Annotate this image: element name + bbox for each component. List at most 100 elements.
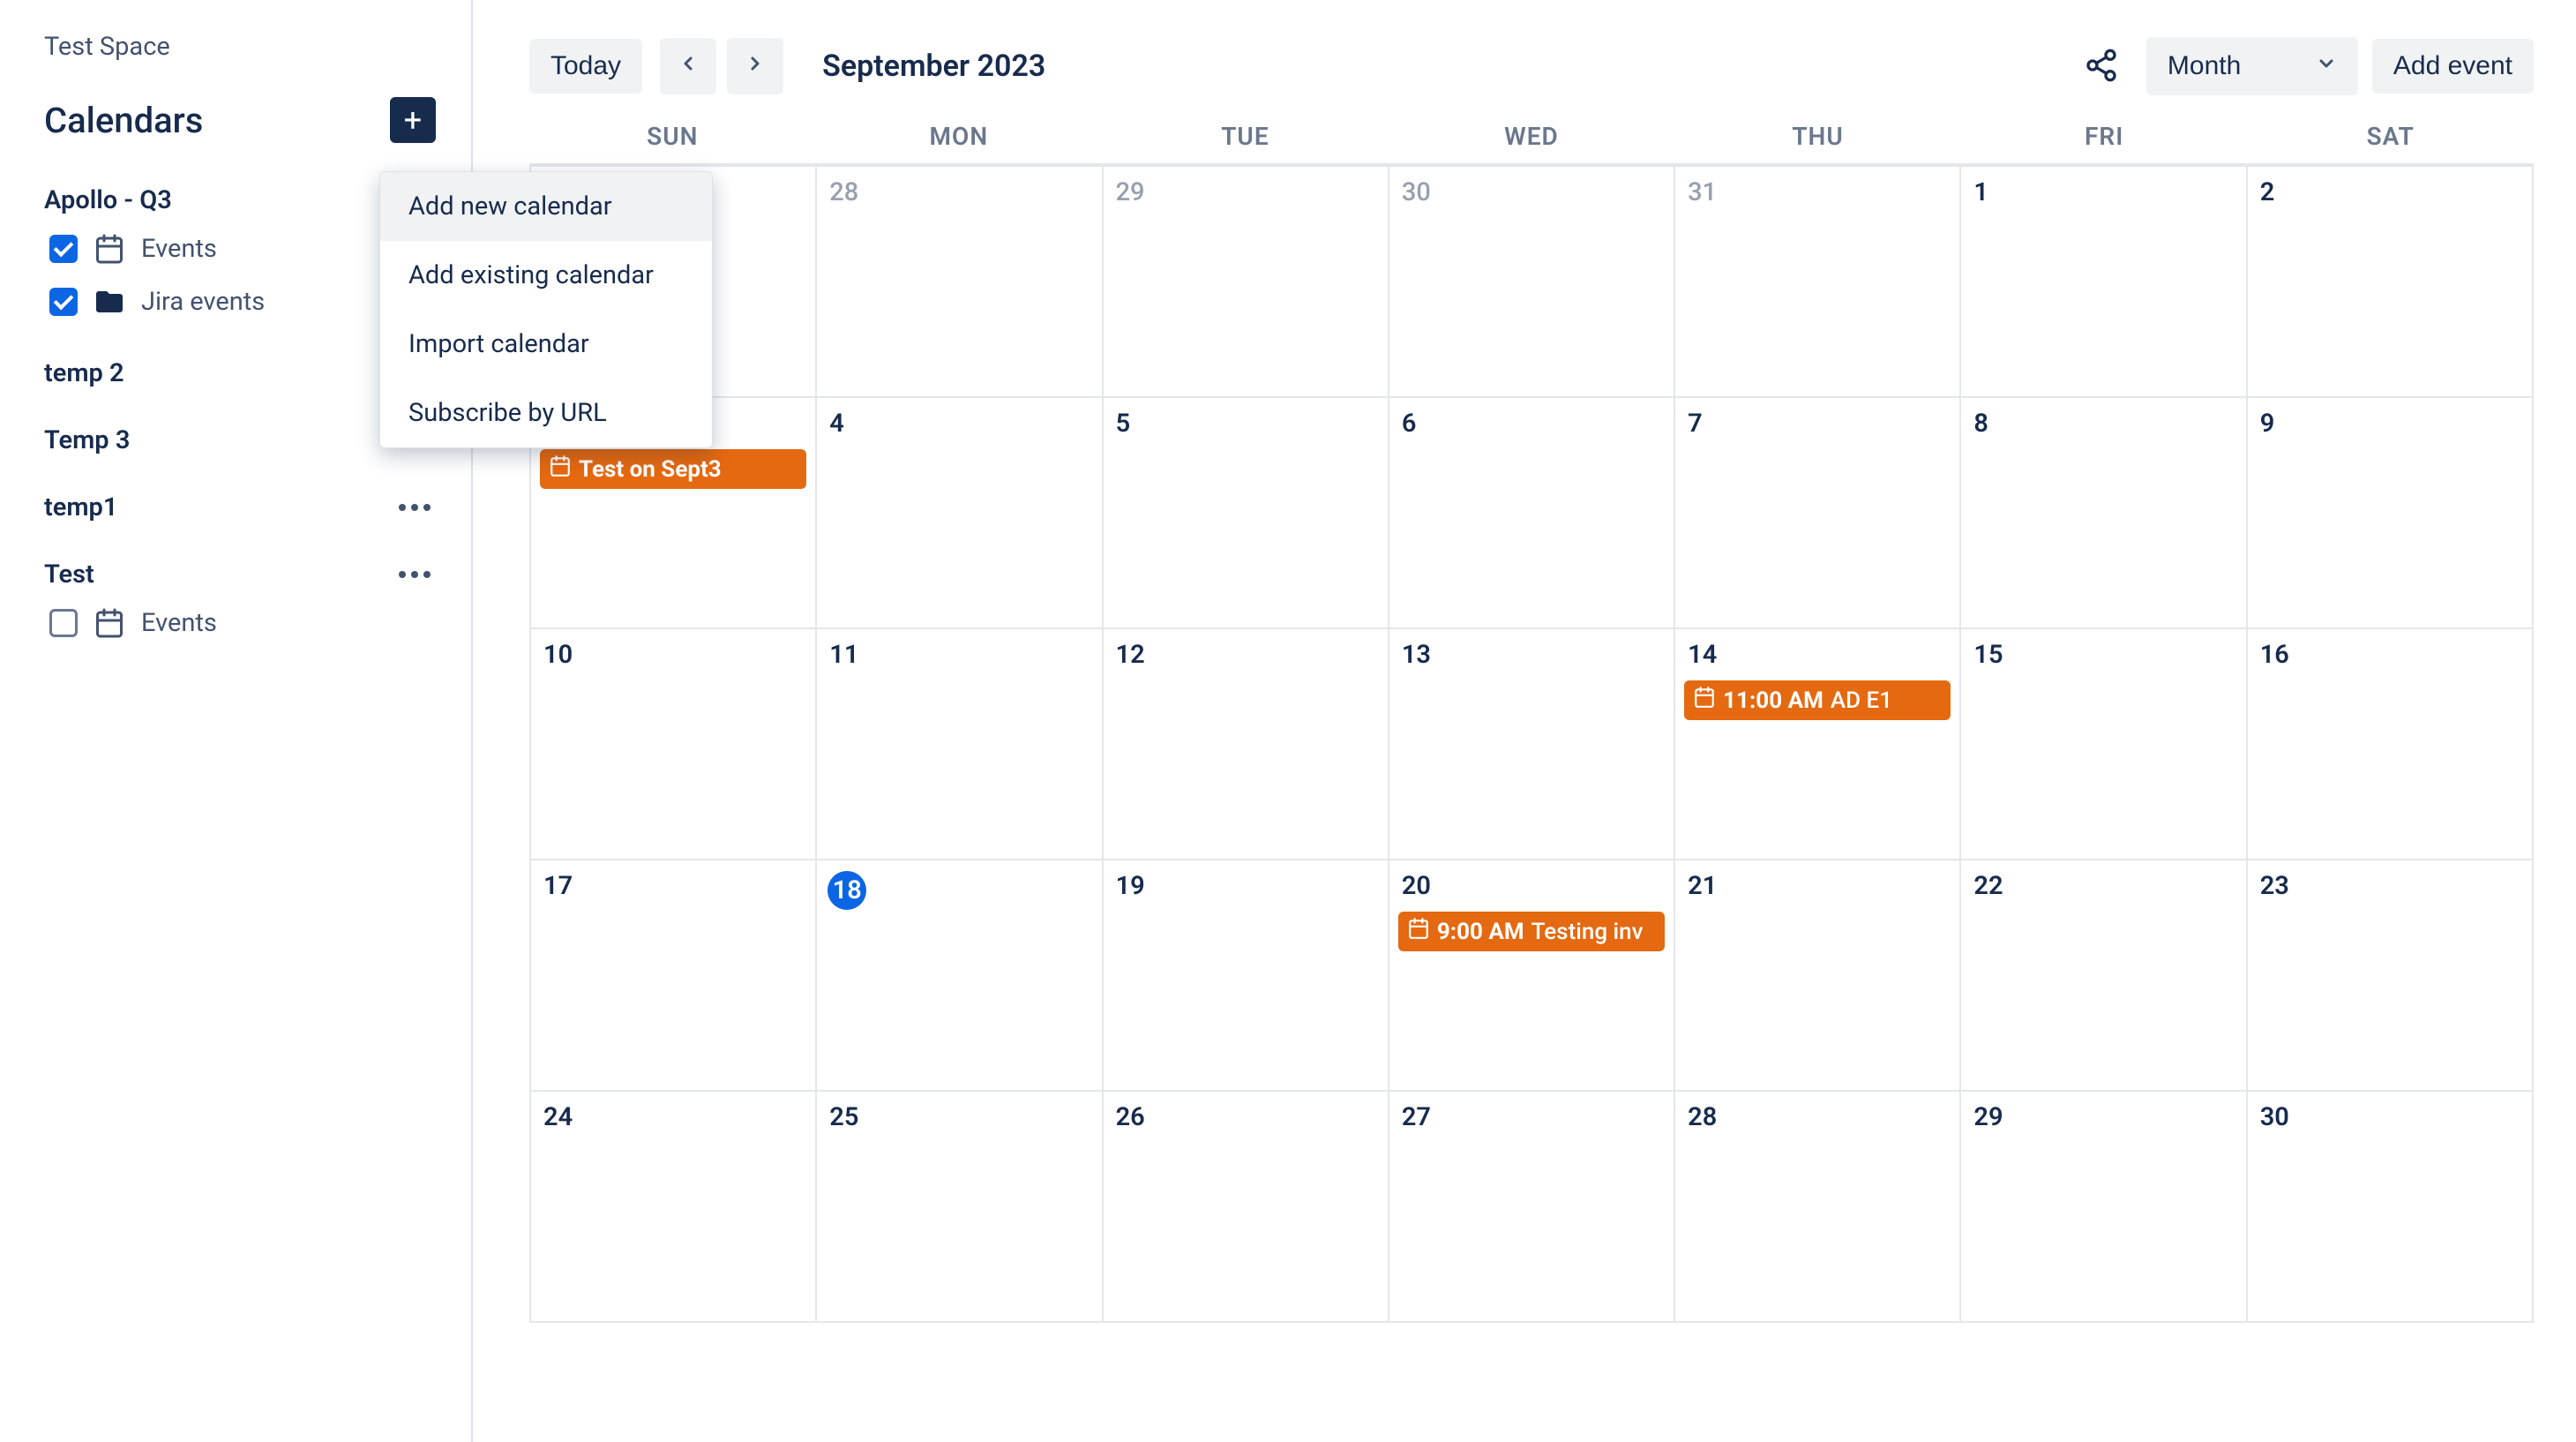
day-cell[interactable]: 27 [1389,1092,1675,1323]
day-cell[interactable]: 16 [2248,629,2534,860]
today-button[interactable]: Today [529,39,642,94]
day-cell[interactable]: 28 [817,167,1103,398]
date-number: 12 [1112,636,1379,677]
calendar-item-checkbox[interactable] [49,609,78,637]
date-number: 7 [1684,405,1951,446]
calendar-item[interactable]: Jira events [44,275,436,328]
day-cell[interactable]: 25 [817,1092,1103,1323]
day-cell[interactable]: 19 [1104,860,1389,1092]
menu-item[interactable]: Subscribe by URL [380,379,712,447]
day-cell[interactable]: 24 [531,1092,817,1323]
more-icon[interactable] [393,566,436,583]
day-cell[interactable]: 29 [1961,1092,2247,1323]
calendar-group-title[interactable]: Apollo - Q3 [44,178,436,222]
calendar-item-checkbox[interactable] [49,235,78,263]
more-icon[interactable] [393,499,436,516]
calendar-event[interactable]: Test on Sept3 [540,449,806,489]
date-number: 4 [826,405,1092,446]
calendar-icon [94,607,125,639]
day-cell[interactable]: 28 [1675,1092,1961,1323]
prev-button[interactable] [660,38,716,94]
calendar-group-label: Test [44,560,94,590]
toolbar: Today September 2023 [529,35,2534,97]
day-cell[interactable]: 10 [531,629,817,860]
event-title: AD E1 [1831,687,1892,714]
calendar-group: Temp 3 [44,418,436,462]
calendar-item-label: Jira events [141,287,265,317]
next-button[interactable] [727,38,783,94]
day-cell[interactable]: 12 [1104,629,1389,860]
day-cell[interactable]: 1 [1961,167,2247,398]
day-cell[interactable]: 8 [1961,398,2247,629]
date-number: 14 [1684,636,1951,677]
date-number: 13 [1398,636,1665,677]
calendar-group-label: Temp 3 [44,425,130,455]
day-cell[interactable]: 14 11:00 AM AD E1 [1675,629,1961,860]
day-cell[interactable]: 22 [1961,860,2247,1092]
date-number: 15 [1970,636,2236,677]
calendar-group-title[interactable]: Temp 3 [44,418,436,462]
weekday-header: SUN [529,122,816,151]
day-cell[interactable]: 9 [2248,398,2534,629]
calendar-event[interactable]: 11:00 AM AD E1 [1684,680,1951,720]
event-title: Testing inv [1531,919,1644,945]
menu-item[interactable]: Add new calendar [380,172,712,241]
day-cell[interactable]: 2 [2248,167,2534,398]
day-cell[interactable]: 29 [1104,167,1389,398]
day-cell[interactable]: 15 [1961,629,2247,860]
day-cell[interactable]: 11 [817,629,1103,860]
calendar-group-title[interactable]: temp 2 [44,351,436,395]
date-number: 28 [1684,1099,1951,1139]
share-button[interactable] [2071,35,2132,97]
calendar-item-label: Events [141,608,217,638]
calendar-event[interactable]: 9:00 AM Testing inv [1398,912,1665,951]
calendar-group: temp1 [44,485,436,529]
event-time: 11:00 AM [1723,687,1823,714]
calendar-item-label: Events [141,234,217,264]
day-cell[interactable]: 23 [2248,860,2534,1092]
day-cell[interactable]: 209:00 AMTesting inv [1389,860,1675,1092]
menu-item[interactable]: Import calendar [380,310,712,379]
calendar-group-title[interactable]: Test [44,552,436,597]
date-number: 28 [826,174,1092,214]
day-cell[interactable]: 21 [1675,860,1961,1092]
day-cell[interactable]: 5 [1104,398,1389,629]
chevron-left-icon [678,51,699,81]
view-select[interactable]: Month [2146,37,2358,95]
date-number: 16 [2257,636,2523,677]
weekday-header: FRI [1961,122,2248,151]
day-cell[interactable]: 31 [1675,167,1961,398]
calendar-group: Apollo - Q3 Events Jira events [44,178,436,328]
day-cell[interactable]: 18 [817,860,1103,1092]
day-cell[interactable]: 30 [1389,167,1675,398]
day-cell[interactable]: 4 [817,398,1103,629]
day-cell[interactable]: 30 [2248,1092,2534,1323]
date-number: 9 [2257,405,2523,446]
calendar-group-title[interactable]: temp1 [44,485,436,529]
day-cell[interactable]: 17 [531,860,817,1092]
weekday-header: WED [1389,122,1675,151]
calendar-item[interactable]: Events [44,597,436,650]
day-cell[interactable]: 7 [1675,398,1961,629]
event-title: Test on Sept3 [579,456,722,483]
calendar-item-checkbox[interactable] [49,288,78,316]
date-number: 22 [1970,867,2236,908]
day-cell[interactable]: 26 [1104,1092,1389,1323]
add-calendar-button[interactable]: + [390,97,436,143]
date-number: 29 [1112,174,1379,214]
calendar-item[interactable]: Events [44,222,436,275]
date-number: 19 [1112,867,1379,908]
event-time: 9:00 AM [1437,919,1524,945]
date-number: 21 [1684,867,1951,908]
date-number: 5 [1112,405,1379,446]
day-cell[interactable]: 6 [1389,398,1675,629]
menu-item[interactable]: Add existing calendar [380,241,712,310]
add-event-button[interactable]: Add event [2372,39,2534,94]
space-title[interactable]: Test Space [44,32,436,62]
calendar-group: temp 2 [44,351,436,395]
sidebar-header: Calendars + [44,97,436,143]
calendar-group: Test Events [44,552,436,650]
plus-icon: + [404,104,422,136]
date-number: 24 [540,1099,806,1139]
day-cell[interactable]: 13 [1389,629,1675,860]
